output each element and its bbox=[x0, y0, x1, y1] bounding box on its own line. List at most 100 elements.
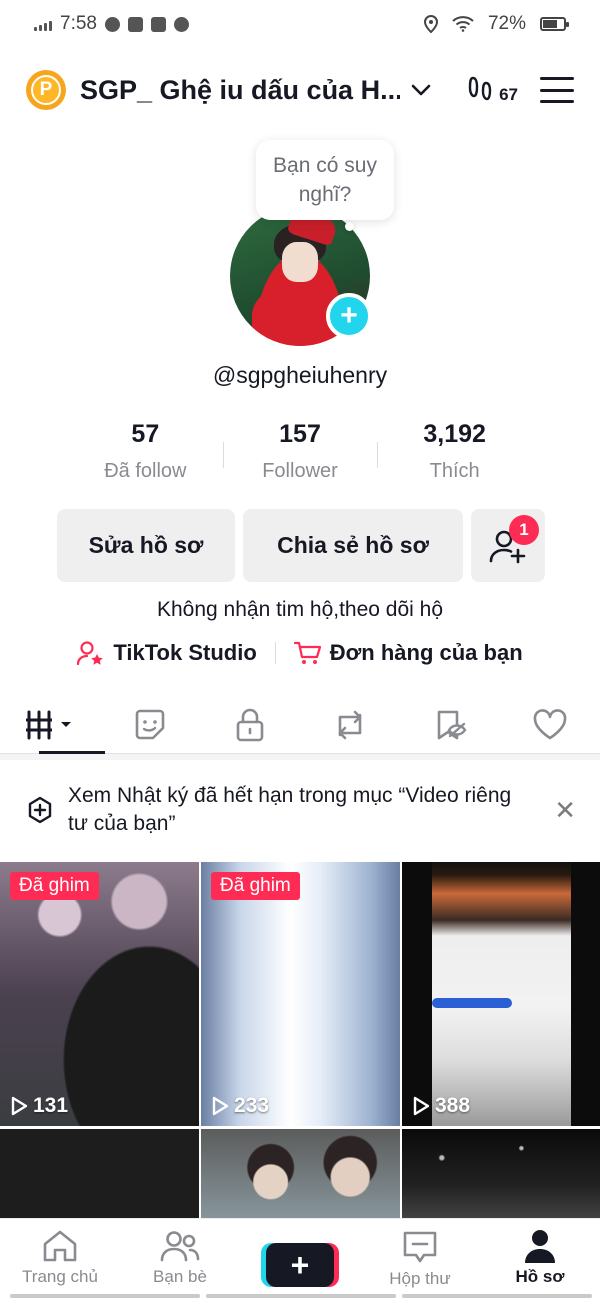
status-bar: 7:58 72% bbox=[0, 0, 600, 48]
pinned-badge: Đã ghim bbox=[10, 872, 99, 900]
play-icon bbox=[413, 1096, 430, 1116]
menu-icon[interactable] bbox=[540, 77, 574, 103]
facebook-icon bbox=[104, 16, 120, 32]
signal-icon bbox=[34, 17, 52, 31]
close-icon[interactable]: ✕ bbox=[554, 795, 576, 826]
account-switcher-title[interactable]: SGP_ Ghệ iu dấu của H... bbox=[80, 75, 400, 106]
footprint-button[interactable]: 67 bbox=[467, 75, 518, 105]
video-thumbnail[interactable]: Đã ghim 233 bbox=[201, 862, 400, 1126]
expired-diary-notice[interactable]: Xem Nhật ký đã hết hạn trong mục “Video … bbox=[0, 760, 600, 860]
nav-inbox[interactable]: Hộp thư bbox=[360, 1219, 480, 1300]
nav-create[interactable]: + bbox=[240, 1219, 360, 1300]
video-thumbnail[interactable] bbox=[402, 1129, 600, 1225]
plus-icon: + bbox=[290, 1247, 310, 1283]
view-count-value: 233 bbox=[234, 1094, 270, 1117]
share-profile-button[interactable]: Chia sẻ hồ sơ bbox=[243, 509, 463, 582]
inbox-icon bbox=[403, 1231, 437, 1263]
cart-icon bbox=[293, 641, 321, 664]
profile-header: P SGP_ Ghệ iu dấu của H... 67 bbox=[0, 62, 600, 118]
stat-followers[interactable]: 157 Follower bbox=[222, 420, 378, 483]
thought-bubble[interactable]: Bạn có suy nghĩ? bbox=[256, 140, 394, 220]
gesture-bar bbox=[10, 1294, 200, 1298]
play-icon bbox=[212, 1096, 229, 1116]
stat-value: 3,192 bbox=[423, 420, 486, 448]
play-icon bbox=[11, 1096, 28, 1116]
battery-percent: 72% bbox=[487, 13, 526, 34]
tab-private[interactable] bbox=[200, 696, 300, 753]
bottom-nav: Trang chủ Bạn bè + Hộp thư Hồ sơ bbox=[0, 1218, 600, 1300]
stat-value: 57 bbox=[131, 420, 160, 448]
notice-text: Xem Nhật ký đã hết hạn trong mục “Video … bbox=[68, 784, 512, 835]
home-icon bbox=[43, 1230, 77, 1262]
bookmark-hidden-icon bbox=[437, 710, 467, 739]
tab-liked[interactable] bbox=[500, 696, 600, 753]
stat-label: Thích bbox=[429, 460, 480, 482]
tab-reposts[interactable] bbox=[300, 696, 400, 753]
gesture-bar bbox=[402, 1294, 592, 1298]
mail-icon bbox=[150, 16, 166, 32]
thought-bubble-tail bbox=[345, 222, 354, 231]
content-tabs bbox=[0, 696, 600, 754]
stat-label: Đã follow bbox=[104, 460, 187, 482]
view-count: 233 bbox=[211, 1094, 269, 1118]
repost-icon bbox=[338, 710, 362, 739]
profile-handle: @sgpgheiuhenry bbox=[212, 362, 388, 388]
lock-icon bbox=[236, 708, 264, 741]
profile-links: TikTok Studio Đơn hàng của bạn bbox=[0, 640, 600, 666]
view-count: 131 bbox=[10, 1094, 68, 1118]
add-friend-button[interactable]: 1 bbox=[471, 509, 545, 582]
profile-icon bbox=[525, 1230, 555, 1263]
video-thumbnail[interactable]: Đã ghim 131 bbox=[0, 862, 199, 1126]
creator-star-icon bbox=[77, 641, 104, 666]
tiktok-studio-label: TikTok Studio bbox=[113, 640, 257, 665]
add-story-button[interactable]: + bbox=[326, 293, 372, 339]
profile-stats: 57 Đã follow 157 Follower 3,192 Thích bbox=[68, 420, 532, 483]
stat-label: Follower bbox=[262, 460, 338, 482]
profile-bio: Không nhận tim hộ,theo dõi hộ bbox=[156, 598, 444, 621]
tiktok-studio-link[interactable]: TikTok Studio bbox=[77, 640, 257, 666]
create-button[interactable]: + bbox=[261, 1243, 339, 1287]
coin-icon[interactable]: P bbox=[26, 70, 66, 110]
location-icon bbox=[423, 15, 438, 33]
nav-label: Trang chủ bbox=[22, 1267, 98, 1286]
instagram-icon bbox=[127, 16, 143, 32]
stat-value: 157 bbox=[279, 420, 321, 448]
coin-letter: P bbox=[31, 75, 61, 105]
battery-icon bbox=[540, 17, 569, 31]
chevron-down-icon[interactable] bbox=[410, 79, 432, 101]
videos-grid-icon bbox=[26, 710, 71, 739]
nav-label: Bạn bè bbox=[153, 1267, 207, 1286]
heart-icon bbox=[533, 708, 567, 739]
nav-label: Hồ sơ bbox=[515, 1267, 565, 1286]
sticker-icon bbox=[135, 709, 165, 739]
footprint-icon bbox=[468, 76, 492, 101]
edit-profile-button[interactable]: Sửa hồ sơ bbox=[57, 509, 235, 582]
diary-add-icon bbox=[28, 796, 52, 824]
stat-following[interactable]: 57 Đã follow bbox=[68, 420, 223, 483]
wifi-icon bbox=[452, 16, 474, 32]
stat-likes[interactable]: 3,192 Thích bbox=[377, 420, 532, 483]
notification-badge: 1 bbox=[509, 515, 539, 545]
view-count-value: 131 bbox=[33, 1094, 69, 1117]
nav-home[interactable]: Trang chủ bbox=[0, 1219, 120, 1300]
video-grid: Đã ghim 131 Đã ghim 233 388 bbox=[0, 862, 600, 1225]
video-thumbnail[interactable]: 388 bbox=[402, 862, 600, 1126]
view-count: 388 bbox=[412, 1094, 470, 1118]
friends-icon bbox=[160, 1231, 200, 1262]
footprint-count: 67 bbox=[499, 85, 518, 104]
view-count-value: 388 bbox=[435, 1094, 471, 1117]
orders-link[interactable]: Đơn hàng của bạn bbox=[293, 640, 523, 666]
messenger-icon bbox=[173, 16, 189, 32]
profile-actions: Sửa hồ sơ Chia sẻ hồ sơ 1 bbox=[57, 509, 545, 582]
nav-friends[interactable]: Bạn bè bbox=[120, 1219, 240, 1300]
pinned-badge: Đã ghim bbox=[211, 872, 300, 900]
nav-profile[interactable]: Hồ sơ bbox=[480, 1219, 600, 1300]
orders-label: Đơn hàng của bạn bbox=[329, 640, 523, 665]
video-thumbnail[interactable] bbox=[0, 1129, 199, 1225]
nav-label: Hộp thư bbox=[389, 1269, 451, 1288]
video-thumbnail[interactable] bbox=[201, 1129, 400, 1225]
tab-favorites[interactable] bbox=[400, 696, 500, 753]
tab-videos[interactable] bbox=[0, 696, 105, 754]
tab-stickers[interactable] bbox=[100, 696, 200, 753]
link-divider bbox=[274, 642, 276, 664]
